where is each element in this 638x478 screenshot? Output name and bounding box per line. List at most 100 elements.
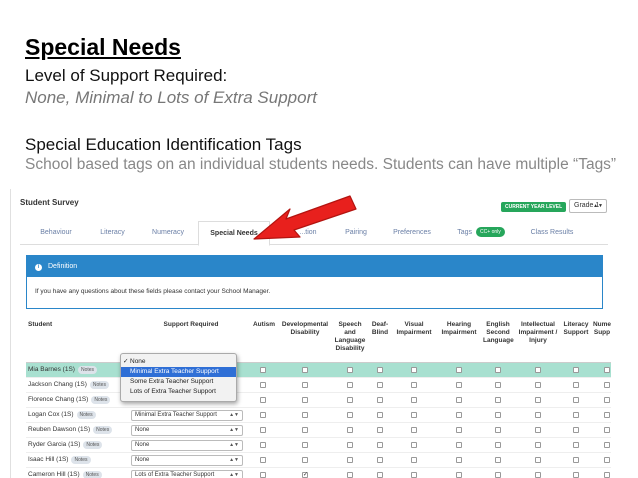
tab-tags[interactable]: Tags CC+ only [448,221,514,245]
tab-class-results[interactable]: Class Results [522,221,582,245]
numeracy-checkbox[interactable] [604,367,610,373]
autism-checkbox[interactable] [260,367,266,373]
notes-button[interactable]: Notes [76,411,96,419]
literacy-checkbox[interactable] [573,382,579,388]
speech-checkbox[interactable] [347,382,353,388]
dropdown-option-lots[interactable]: Lots of Extra Teacher Support [121,387,236,397]
dropdown-option-minimal[interactable]: Minimal Extra Teacher Support [121,367,236,377]
autism-checkbox[interactable] [260,427,266,433]
literacy-checkbox[interactable] [573,472,579,478]
hearing-checkbox[interactable] [456,397,462,403]
tab-numeracy[interactable]: Numeracy [142,221,194,245]
notes-button[interactable]: Notes [83,441,103,449]
autism-checkbox[interactable] [260,412,266,418]
developmental-checkbox[interactable] [302,412,308,418]
support-required-select[interactable]: None ▲▼ [131,440,243,451]
english-checkbox[interactable] [495,472,501,478]
speech-checkbox[interactable] [347,412,353,418]
speech-checkbox[interactable] [347,397,353,403]
speech-checkbox[interactable] [347,442,353,448]
tab-literacy[interactable]: Literacy [90,221,135,245]
numeracy-checkbox[interactable] [604,397,610,403]
deafblind-checkbox[interactable] [377,397,383,403]
intellectual-checkbox[interactable] [535,382,541,388]
hearing-checkbox[interactable] [456,472,462,478]
grade-select[interactable]: Grade 1 ▲▼ [569,199,607,213]
english-checkbox[interactable] [495,442,501,448]
developmental-checkbox[interactable] [302,397,308,403]
visual-checkbox[interactable] [411,472,417,478]
deafblind-checkbox[interactable] [377,412,383,418]
dropdown-option-none[interactable]: ✓ None [121,357,236,367]
developmental-checkbox[interactable]: ✓ [302,472,308,478]
intellectual-checkbox[interactable] [535,367,541,373]
developmental-checkbox[interactable] [302,367,308,373]
notes-button[interactable]: Notes [82,471,102,478]
dropdown-option-some[interactable]: Some Extra Teacher Support [121,377,236,387]
hearing-checkbox[interactable] [456,442,462,448]
literacy-checkbox[interactable] [573,427,579,433]
hearing-checkbox[interactable] [456,382,462,388]
support-required-select[interactable]: None ▲▼ [131,455,243,466]
numeracy-checkbox[interactable] [604,457,610,463]
english-checkbox[interactable] [495,397,501,403]
visual-checkbox[interactable] [411,367,417,373]
notes-button[interactable]: Notes [89,381,109,389]
hearing-checkbox[interactable] [456,427,462,433]
developmental-checkbox[interactable] [302,457,308,463]
notes-button[interactable]: Notes [93,426,113,434]
intellectual-checkbox[interactable] [535,397,541,403]
visual-checkbox[interactable] [411,412,417,418]
hearing-checkbox[interactable] [456,457,462,463]
tab-preferences[interactable]: Preferences [384,221,440,245]
visual-checkbox[interactable] [411,457,417,463]
autism-checkbox[interactable] [260,457,266,463]
literacy-checkbox[interactable] [573,442,579,448]
support-required-select[interactable]: Minimal Extra Teacher Support ▲▼ [131,410,243,421]
speech-checkbox[interactable] [347,472,353,478]
english-checkbox[interactable] [495,412,501,418]
literacy-checkbox[interactable] [573,397,579,403]
developmental-checkbox[interactable] [302,382,308,388]
tab-behaviour[interactable]: Behaviour [30,221,82,245]
intellectual-checkbox[interactable] [535,442,541,448]
visual-checkbox[interactable] [411,442,417,448]
developmental-checkbox[interactable] [302,442,308,448]
notes-button[interactable]: Notes [91,396,111,404]
english-checkbox[interactable] [495,367,501,373]
notes-button[interactable]: Notes [77,366,98,374]
deafblind-checkbox[interactable] [377,382,383,388]
english-checkbox[interactable] [495,427,501,433]
autism-checkbox[interactable] [260,382,266,388]
english-checkbox[interactable] [495,382,501,388]
visual-checkbox[interactable] [411,427,417,433]
deafblind-checkbox[interactable] [377,472,383,478]
speech-checkbox[interactable] [347,427,353,433]
autism-checkbox[interactable] [260,397,266,403]
numeracy-checkbox[interactable] [604,427,610,433]
visual-checkbox[interactable] [411,382,417,388]
autism-checkbox[interactable] [260,472,266,478]
english-checkbox[interactable] [495,457,501,463]
deafblind-checkbox[interactable] [377,427,383,433]
literacy-checkbox[interactable] [573,412,579,418]
visual-checkbox[interactable] [411,397,417,403]
intellectual-checkbox[interactable] [535,457,541,463]
intellectual-checkbox[interactable] [535,412,541,418]
intellectual-checkbox[interactable] [535,472,541,478]
numeracy-checkbox[interactable] [604,412,610,418]
numeracy-checkbox[interactable] [604,442,610,448]
support-required-select[interactable]: Lots of Extra Teacher Support ▲▼ [131,470,243,478]
deafblind-checkbox[interactable] [377,442,383,448]
speech-checkbox[interactable] [347,367,353,373]
numeracy-checkbox[interactable] [604,472,610,478]
literacy-checkbox[interactable] [573,367,579,373]
literacy-checkbox[interactable] [573,457,579,463]
support-required-select[interactable]: None ▲▼ [131,425,243,436]
autism-checkbox[interactable] [260,442,266,448]
hearing-checkbox[interactable] [456,412,462,418]
notes-button[interactable]: Notes [71,456,91,464]
numeracy-checkbox[interactable] [604,382,610,388]
developmental-checkbox[interactable] [302,427,308,433]
speech-checkbox[interactable] [347,457,353,463]
